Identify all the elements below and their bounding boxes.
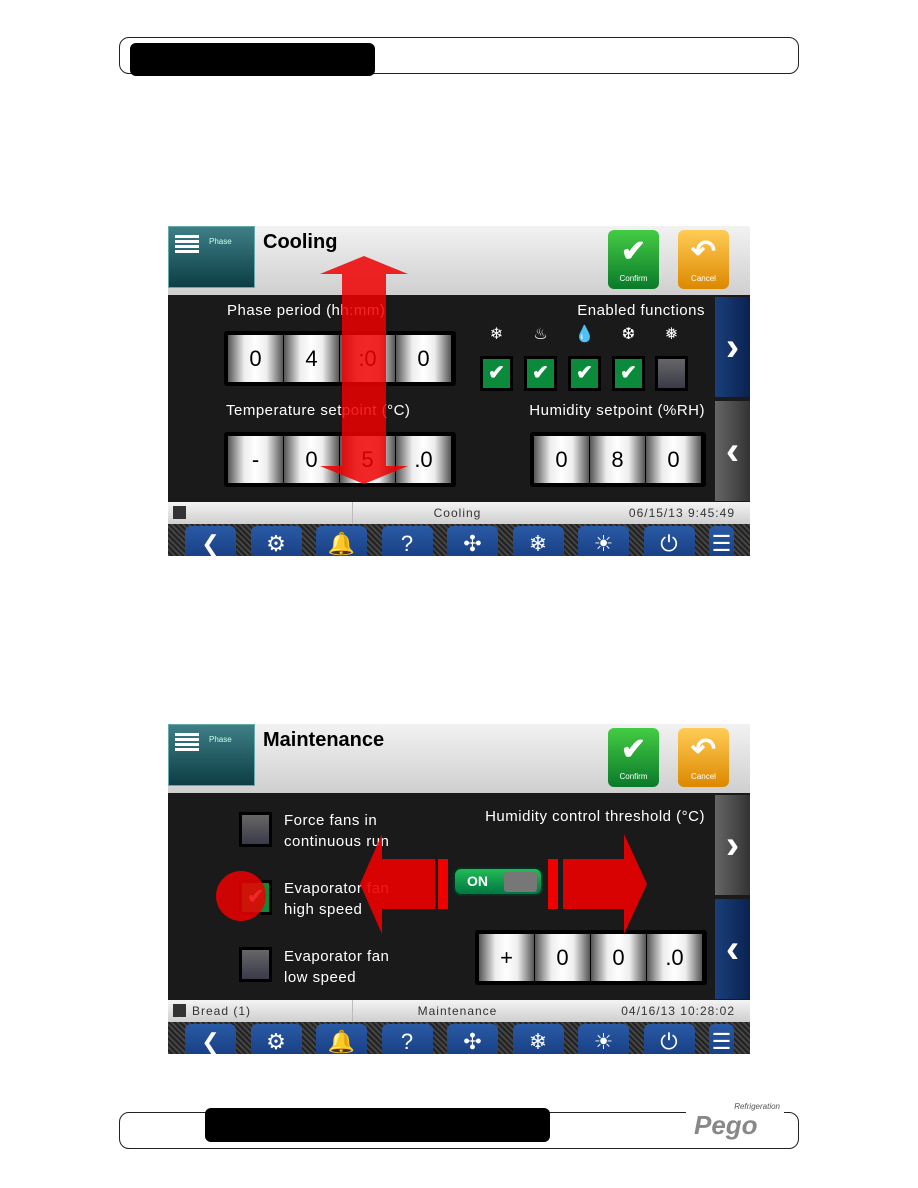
status-phase: Cooling bbox=[352, 502, 562, 524]
help-button[interactable]: ?Help bbox=[381, 1024, 433, 1054]
light-icon: ☀ bbox=[593, 1029, 614, 1054]
pego-logo: Refrigeration Pego bbox=[686, 1098, 784, 1142]
defrost-button[interactable]: ❄Defrost bbox=[512, 526, 564, 556]
status-bar: Cooling 06/15/13 9:45:49 bbox=[168, 502, 750, 524]
standby-button[interactable]: ⏻Standby bbox=[643, 526, 695, 556]
settings-button[interactable]: ⚙Settings bbox=[250, 1024, 302, 1054]
header-tab bbox=[130, 43, 375, 76]
logo-brand: Pego bbox=[694, 1110, 758, 1140]
status-square bbox=[173, 1004, 186, 1017]
status-recipe: Bread (1) bbox=[192, 1004, 252, 1018]
maintenance-screen: Phase Maintenance ✔ Confirm ↶ Cancel › ‹ F… bbox=[168, 724, 750, 1054]
menu-icon: ☰ bbox=[711, 1029, 732, 1054]
gears-icon: ⚙ bbox=[266, 1029, 286, 1054]
bell-icon: 🔔 bbox=[327, 1029, 356, 1054]
back-icon: ❮ bbox=[201, 1029, 220, 1054]
power-icon: ⏻ bbox=[660, 531, 678, 556]
air-cycle-button[interactable]: ✣Air cycle bbox=[447, 1024, 498, 1054]
bell-icon: 🔔 bbox=[327, 531, 356, 556]
status-phase: Maintenance bbox=[352, 1000, 562, 1022]
cooling-screen: Phase Cooling ✔ Confirm ↶ Cancel › ‹ Phase… bbox=[168, 226, 750, 556]
arrow-left-bar bbox=[438, 859, 448, 909]
defrost-button[interactable]: ❄Defrost bbox=[512, 1024, 564, 1054]
air-cycle-button[interactable]: ✣Air cycle bbox=[447, 526, 498, 556]
toolbar: ❮Back ⚙Settings 🔔Alarm ?Help ✣Air cycle ❄Defr… bbox=[168, 524, 750, 556]
help-icon: ? bbox=[400, 531, 414, 556]
defrost-icon: ❄ bbox=[528, 531, 548, 556]
light-button[interactable]: ☀Light bbox=[578, 1024, 629, 1054]
alarm-button[interactable]: 🔔Alarm bbox=[316, 526, 367, 556]
power-icon: ⏻ bbox=[660, 1029, 678, 1054]
back-icon: ❮ bbox=[201, 531, 220, 556]
menu-button[interactable]: ☰ bbox=[709, 1024, 734, 1054]
arrow-right-bar bbox=[548, 859, 558, 909]
light-button[interactable]: ☀Light bbox=[578, 526, 629, 556]
status-bar: Bread (1) Maintenance 04/16/13 10:28:02 bbox=[168, 1000, 750, 1022]
status-square bbox=[173, 506, 186, 519]
defrost-icon: ❄ bbox=[528, 1029, 548, 1054]
tap-indicator bbox=[216, 871, 266, 921]
arrow-right bbox=[563, 834, 647, 934]
standby-button[interactable]: ⏻Standby bbox=[643, 1024, 695, 1054]
fan-icon: ✣ bbox=[463, 1029, 482, 1054]
back-button[interactable]: ❮Back bbox=[185, 1024, 236, 1054]
help-icon: ? bbox=[400, 1029, 414, 1054]
footer-tab bbox=[205, 1108, 550, 1142]
status-datetime: 06/15/13 9:45:49 bbox=[628, 506, 735, 520]
status-datetime: 04/16/13 10:28:02 bbox=[621, 1004, 735, 1018]
arrow-left bbox=[360, 834, 435, 934]
toolbar: ❮Back ⚙Settings 🔔Alarm ?Help ✣Air cycle ❄Defr… bbox=[168, 1022, 750, 1054]
light-icon: ☀ bbox=[593, 531, 614, 556]
settings-button[interactable]: ⚙Settings bbox=[250, 526, 302, 556]
alarm-button[interactable]: 🔔Alarm bbox=[316, 1024, 367, 1054]
menu-icon: ☰ bbox=[711, 531, 732, 556]
back-button[interactable]: ❮Back bbox=[185, 526, 236, 556]
gears-icon: ⚙ bbox=[266, 531, 286, 556]
menu-button[interactable]: ☰ bbox=[709, 526, 734, 556]
fan-icon: ✣ bbox=[463, 531, 482, 556]
help-button[interactable]: ?Help bbox=[381, 526, 433, 556]
